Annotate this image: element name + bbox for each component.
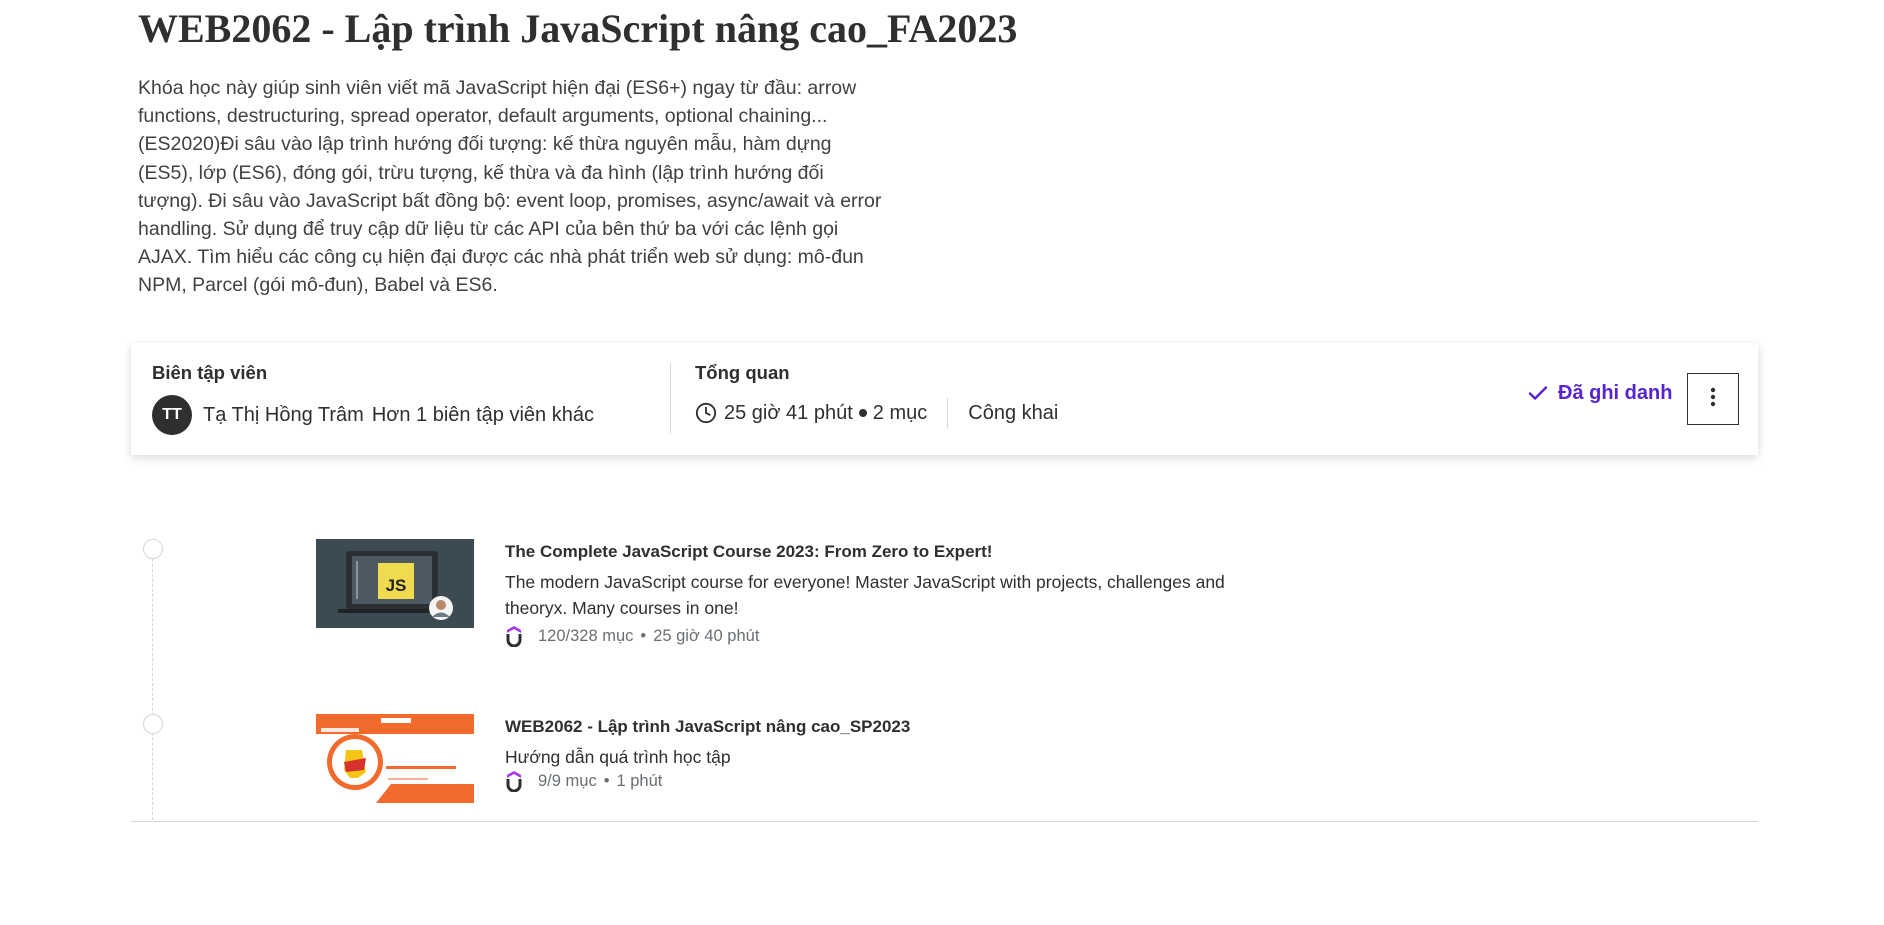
enrolled-label: Đã ghi danh [1558,381,1673,404]
timeline-line [152,554,153,820]
course-list-item[interactable]: WEB2062 - Lập trình JavaScript nâng cao_… [316,714,1316,804]
divider [947,398,949,428]
dot-separator [858,409,867,417]
divider [131,821,1758,822]
clock-icon [695,402,717,424]
course-progress: 120/328 mục [538,626,634,645]
overview-row: 25 giờ 41 phút 2 mục Công khai [695,398,1058,428]
course-duration: 1 phút [616,771,663,790]
more-options-button[interactable] [1687,373,1739,425]
course-thumbnail[interactable]: JS [316,539,474,628]
course-meta: 9/9 mục • 1 phút [505,770,662,792]
course-duration: 25 giờ 40 phút [653,626,760,645]
more-vertical-icon [1710,387,1716,412]
js-logo-text: JS [386,576,407,595]
course-info-card: Biên tập viên TT Tạ Thị Hồng Trâm Hơn 1 … [131,343,1758,455]
udemy-logo-icon [505,625,523,647]
editor-heading: Biên tập viên [152,362,268,383]
item-count: 2 mục [872,401,928,424]
enrolled-button[interactable]: Đã ghi danh [1526,381,1672,405]
timeline-dot [143,714,163,734]
visibility-status: Công khai [968,401,1059,424]
overview-heading: Tổng quan [695,362,790,383]
check-icon [1526,381,1550,405]
bullet-separator: • [603,771,610,790]
udemy-logo-icon [505,770,523,792]
bullet-separator: • [640,626,647,645]
avatar[interactable]: TT [152,395,192,435]
page-title: WEB2062 - Lập trình JavaScript nâng cao_… [138,6,1018,51]
course-thumbnail[interactable] [316,714,474,803]
course-description: Hướng dẫn quá trình học tập [505,747,731,767]
course-description: Khóa học này giúp sinh viên viết mã Java… [138,77,882,297]
editor-row[interactable]: TT Tạ Thị Hồng Trâm Hơn 1 biên tập viên … [152,395,594,435]
timeline-dot [143,539,163,559]
divider [670,363,671,433]
course-list-item[interactable]: JS The Complete JavaScript Course 2023: … [316,539,1316,649]
more-editors-link[interactable]: Hơn 1 biên tập viên khác [372,404,594,427]
course-description: The modern JavaScript course for everyon… [505,572,1225,618]
course-meta: 120/328 mục • 25 giờ 40 phút [505,625,759,647]
total-duration: 25 giờ 41 phút [724,401,853,424]
course-progress: 9/9 mục [538,771,597,790]
course-title[interactable]: WEB2062 - Lập trình JavaScript nâng cao_… [505,717,910,737]
course-title[interactable]: The Complete JavaScript Course 2023: Fro… [505,542,992,562]
editor-name[interactable]: Tạ Thị Hồng Trâm [203,404,364,427]
